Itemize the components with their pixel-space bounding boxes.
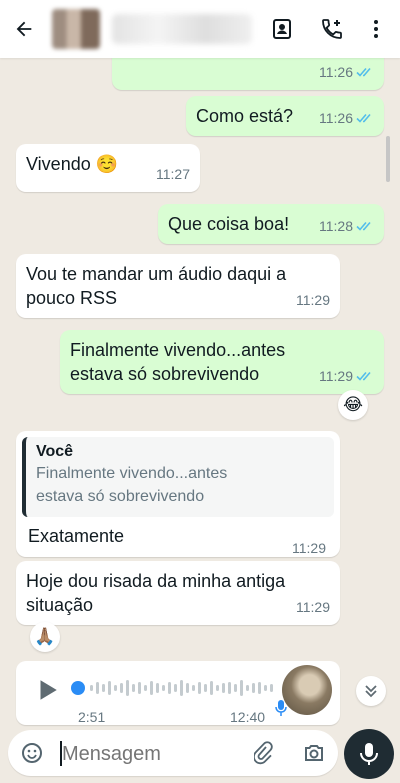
message-text-line: situação (26, 595, 94, 615)
contact-card-button[interactable] (268, 15, 296, 43)
outgoing-message[interactable]: Como está? 11:26 (186, 96, 384, 136)
voice-message[interactable]: 2:51 12:40 (16, 661, 340, 725)
message-time: 11:29 (319, 368, 353, 384)
message-text-line: Vou te mandar um áudio daqui a (26, 264, 287, 284)
contact-card-icon (273, 19, 291, 39)
message-list[interactable]: 11:26 Como está? 11:26 Vivendo ☺️ 11:27 … (0, 58, 400, 735)
message-text-line: pouco RSS (26, 288, 118, 308)
message-input-container[interactable] (8, 730, 338, 776)
message-text: Vivendo ☺️ (26, 154, 119, 174)
message-text: Como está? (196, 106, 294, 126)
outgoing-message[interactable]: 11:26 (112, 58, 384, 90)
message-text: Que coisa boa! (168, 214, 290, 234)
chat-header (0, 0, 400, 58)
emoji-icon[interactable] (20, 741, 44, 765)
composer-bar (0, 722, 400, 783)
double-chevron-down-icon (365, 685, 377, 698)
waveform[interactable] (70, 673, 280, 703)
read-ticks-icon (356, 113, 371, 123)
quoted-message[interactable]: Você Finalmente vivendo...antes estava s… (22, 437, 334, 517)
back-button[interactable] (10, 15, 38, 43)
scrollbar[interactable] (386, 136, 390, 182)
message-input[interactable] (62, 743, 252, 766)
outgoing-message[interactable]: Que coisa boa! 11:28 (158, 204, 384, 244)
message-time: 11:29 (296, 292, 330, 308)
message-text: Exatamente (28, 526, 125, 546)
message-time: 11:29 (296, 599, 330, 615)
add-call-button[interactable] (318, 15, 346, 43)
outgoing-message[interactable]: Finalmente vivendo...antes estava só sob… (60, 330, 384, 394)
add-call-icon (322, 19, 342, 39)
message-text-line: Hoje dou risada da minha antiga (26, 571, 286, 591)
quote-author: Você (36, 443, 74, 460)
read-ticks-icon (356, 221, 371, 231)
quote-text-line: estava só sobrevivendo (36, 488, 205, 505)
message-time: 11:29 (292, 540, 326, 556)
voice-sender-avatar[interactable] (282, 665, 332, 715)
arrow-left-icon (16, 21, 32, 37)
reaction-badge[interactable]: 😂 (338, 390, 368, 420)
message-time: 11:26 (319, 110, 353, 126)
read-ticks-icon (356, 67, 371, 77)
camera-icon[interactable] (302, 741, 326, 765)
message-time: 11:27 (156, 166, 190, 182)
incoming-message[interactable]: Hoje dou risada da minha antiga situação… (16, 561, 340, 625)
read-ticks-icon (356, 371, 371, 381)
incoming-message[interactable]: Vou te mandar um áudio daqui a pouco RSS… (16, 254, 340, 318)
contact-avatar[interactable] (52, 9, 100, 49)
contact-name[interactable] (112, 14, 252, 44)
paperclip-icon[interactable] (254, 741, 276, 765)
message-time: 11:28 (319, 218, 353, 234)
message-time: 11:26 (319, 64, 353, 80)
quote-text-line: Finalmente vivendo...antes (36, 465, 228, 482)
reaction-badge[interactable]: 🙏🏽 (30, 622, 60, 652)
mic-small-icon (275, 700, 287, 716)
scroll-to-bottom-button[interactable] (356, 676, 386, 706)
more-vert-icon (374, 20, 378, 38)
play-icon[interactable] (34, 677, 60, 703)
message-text-line: Finalmente vivendo...antes (70, 340, 286, 360)
voice-record-button[interactable] (344, 729, 394, 779)
more-options-button[interactable] (362, 15, 390, 43)
microphone-icon (360, 743, 378, 765)
incoming-message[interactable]: Vivendo ☺️ 11:27 (16, 144, 200, 192)
